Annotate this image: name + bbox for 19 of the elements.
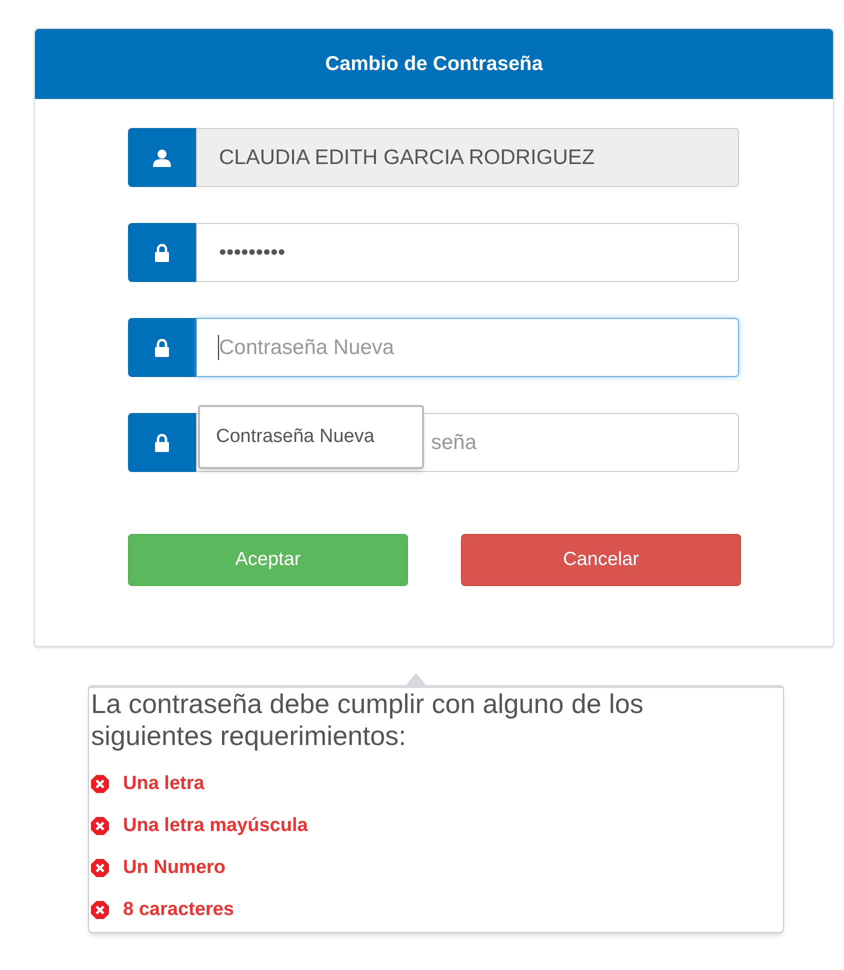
requirement-text: Un Numero bbox=[123, 856, 226, 880]
lock-icon bbox=[154, 338, 170, 356]
autocomplete-suggestion[interactable]: Contraseña Nueva bbox=[198, 405, 424, 469]
error-icon bbox=[91, 859, 109, 877]
text-cursor bbox=[218, 335, 219, 360]
user-icon bbox=[153, 148, 171, 166]
cancel-button[interactable]: Cancelar bbox=[461, 534, 741, 586]
error-icon bbox=[91, 775, 109, 793]
input-field[interactable]: ••••••••• bbox=[196, 223, 739, 282]
input-field[interactable]: Contraseña Nueva bbox=[196, 318, 739, 377]
dialog-title: Cambio de Contraseña bbox=[325, 52, 543, 77]
lock-icon bbox=[154, 434, 170, 452]
requirement-text: 8 caracteres bbox=[123, 898, 234, 922]
requirement-text: Una letra bbox=[123, 772, 204, 796]
lock-icon bbox=[154, 244, 170, 262]
requirements-title: La contraseña debe cumplir con alguno de los siguientes requerimientos: bbox=[91, 688, 644, 752]
error-icon bbox=[91, 901, 109, 919]
error-icon bbox=[91, 817, 109, 835]
requirement-text: Una letra mayúscula bbox=[123, 814, 308, 838]
